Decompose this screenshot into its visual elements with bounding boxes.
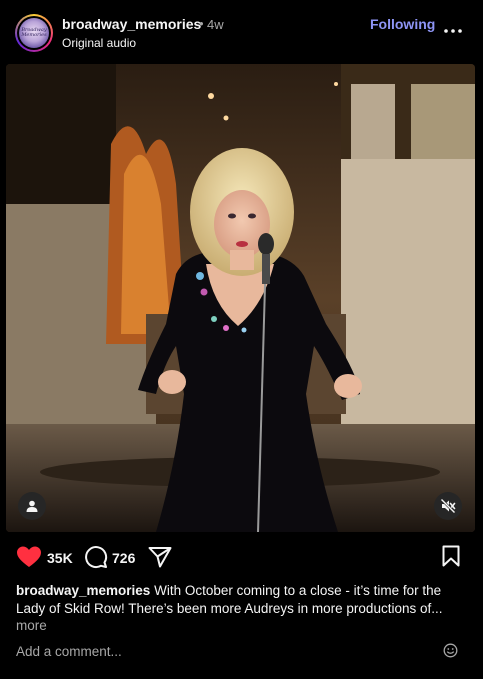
share-send-icon[interactable] [148, 546, 172, 568]
mute-toggle-button[interactable] [434, 492, 462, 520]
bookmark-icon[interactable] [442, 545, 460, 567]
speaker-muted-icon [440, 498, 456, 514]
avatar-image: Broadway Memories [19, 18, 49, 48]
caption-more-link[interactable]: more [16, 618, 47, 633]
username-link[interactable]: broadway_memories [62, 16, 201, 32]
avatar-logo-text: Broadway Memories [21, 27, 47, 38]
caption-username[interactable]: broadway_memories [16, 583, 150, 598]
comment-count[interactable]: 726 [112, 550, 135, 566]
action-bar: 35K 726 [0, 540, 483, 576]
avatar[interactable]: Broadway Memories [15, 14, 53, 52]
person-icon [26, 500, 38, 512]
video-frame [6, 64, 475, 532]
post-age: 4w [207, 17, 224, 32]
comment-bubble-icon[interactable] [84, 545, 108, 569]
emoji-picker-icon[interactable] [443, 643, 458, 658]
add-comment-input[interactable] [16, 642, 456, 660]
following-button[interactable]: Following [370, 16, 435, 32]
more-options-icon[interactable] [443, 22, 463, 40]
audio-link[interactable]: Original audio [62, 36, 136, 50]
separator-dot: • [199, 16, 204, 31]
tagged-people-button[interactable] [18, 492, 46, 520]
like-heart-icon[interactable] [16, 545, 42, 569]
post-caption: broadway_memories With October coming to… [16, 582, 468, 618]
reel-video[interactable] [6, 64, 475, 532]
like-count[interactable]: 35K [47, 550, 73, 566]
post-header: Broadway Memories broadway_memories • 4w… [0, 0, 483, 62]
